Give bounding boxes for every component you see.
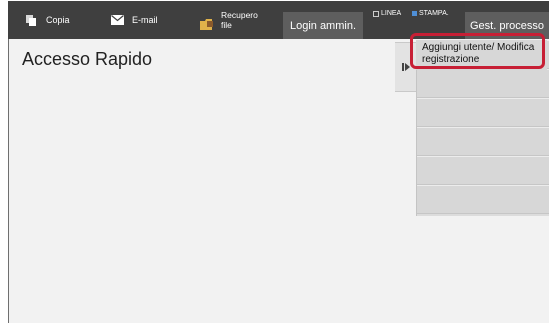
action-item-5[interactable] [417,156,549,185]
file-retrieve-label: Recupero file [221,10,258,30]
folder-retrieve-icon [200,18,216,30]
job-status-button[interactable]: Gest. processo [465,12,549,39]
action-item-3[interactable] [417,98,549,127]
page-title: Accesso Rapido [22,49,153,69]
action-item-6[interactable] [417,185,549,214]
action-item-2[interactable] [417,69,549,98]
line-status-label: LINEA [381,10,402,17]
copy-mode-button[interactable]: Copia [25,1,70,39]
collapse-panel-icon [401,58,410,76]
print-status-label: STAMPA. [419,10,449,17]
line-status-indicator: LINEA [373,10,401,17]
copy-label: Copia [46,15,70,25]
line-status-square-icon [373,10,379,17]
admin-login-button[interactable]: Login ammin. [283,12,363,39]
print-status-indicator: STAMPA. [412,10,449,17]
envelope-icon [111,15,124,25]
print-status-square-icon [412,11,417,16]
screen: Copia E-mail Recupero file Login ammin. … [0,0,549,323]
email-mode-button[interactable]: E-mail [111,1,158,39]
add-user-edit-registration-button[interactable]: Aggiungi utente/ Modifica registrazione [416,40,547,70]
email-label: E-mail [132,15,158,25]
sidebar-collapse-tab[interactable] [395,42,416,92]
copy-icon [25,14,39,26]
action-item-4[interactable] [417,127,549,156]
file-retrieve-button[interactable]: Recupero file [200,1,261,39]
